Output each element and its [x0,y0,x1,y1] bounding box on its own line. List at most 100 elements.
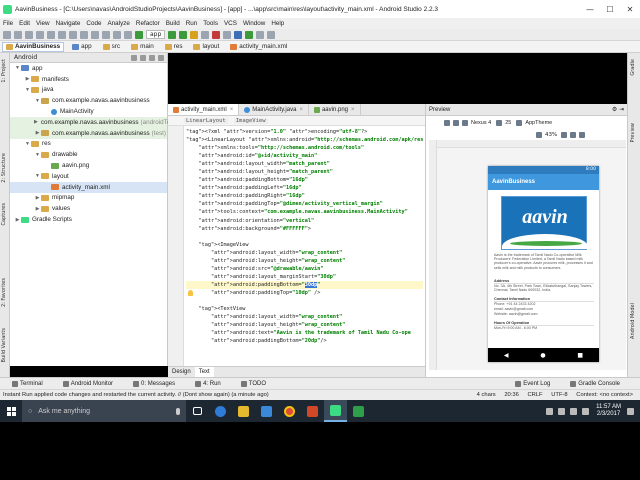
line-separator[interactable]: CRLF [527,392,542,398]
device-select[interactable]: Nexus 4 [471,120,491,126]
run-icon[interactable] [168,30,177,39]
help-icon[interactable] [267,30,276,39]
tab-aavin-png[interactable]: aavin.png × [309,104,361,115]
menu-window[interactable]: Window [243,20,265,27]
camtasia-button[interactable] [347,400,370,422]
gradle-console-button[interactable]: Gradle Console [570,380,630,387]
warning-icon[interactable] [579,132,586,138]
redo-icon[interactable] [47,30,55,39]
code-line[interactable]: "attr">android:layout_marginStart="30dp" [186,273,423,281]
code-line[interactable] [186,297,423,305]
forward-icon[interactable] [124,30,132,39]
menu-navigate[interactable]: Navigate [56,20,81,27]
run-config-select[interactable]: app [146,30,166,39]
menu-run[interactable]: Run [186,20,198,27]
close-tab-icon[interactable]: × [351,107,355,113]
tab-text[interactable]: Text [194,366,214,378]
breadcrumb-res[interactable]: res [162,42,186,52]
tab-build-variants[interactable]: Build Variants [1,328,9,362]
sync-icon[interactable] [131,54,137,61]
breadcrumb-app[interactable]: app [69,42,95,52]
cortana-search[interactable]: ○ Ask me anything [22,400,186,422]
cursor-position[interactable]: 20:36 [504,392,519,398]
tab-captures[interactable]: Captures [1,203,9,226]
collapse-arrow-icon[interactable]: ▶ [34,206,41,212]
gear-icon[interactable] [149,54,155,61]
lightbulb-icon[interactable] [188,290,193,296]
find-icon[interactable] [91,30,99,39]
collapse-arrow-icon[interactable]: ▶ [34,195,41,201]
tree-item[interactable]: ▶ com.example.navas.aavinbusiness (test) [10,127,167,139]
menu-vcs[interactable]: VCS [224,20,237,27]
tray-overflow-icon[interactable] [546,407,554,415]
task-view-button[interactable] [186,400,209,422]
tree-item[interactable]: ▼ layout [10,171,167,182]
tree-item[interactable]: ▶ manifests [10,74,167,85]
expand-arrow-icon[interactable]: ▼ [14,65,21,71]
menu-help[interactable]: Help [271,20,284,27]
collapse-arrow-icon[interactable]: ▶ [14,217,21,223]
tab-design[interactable]: Design [168,367,195,378]
edge-button[interactable] [209,400,232,422]
store-button[interactable] [255,400,278,422]
android-monitor-button[interactable]: Android Monitor [62,380,123,387]
attach-debugger-icon[interactable] [201,30,210,39]
file-explorer-button[interactable] [232,400,255,422]
hide-icon[interactable] [158,54,164,61]
code-line[interactable]: "attr">android:background="#FFFFFF"> [186,225,423,233]
device-frame[interactable]: 8:00 AavinBusiness aavin Aavin is the tr… [488,166,599,362]
code-line[interactable]: "attr">android:paddingLeft="16dp" [186,184,423,192]
maximize-button[interactable]: ☐ [600,5,620,14]
collapse-arrow-icon[interactable]: ▶ [24,76,31,82]
code-line[interactable]: "tag"><ImageView [186,241,423,249]
sync-icon[interactable] [25,30,33,39]
menu-analyze[interactable]: Analyze [107,20,129,27]
zoom-in-icon[interactable] [561,132,568,138]
tree-item[interactable]: activity_main.xml [10,181,167,193]
open-icon[interactable] [3,30,11,39]
android-monitor-icon[interactable] [245,30,254,39]
api-select[interactable]: 25 [505,120,511,126]
code-line[interactable] [186,233,423,241]
tree-item[interactable]: ▶ mipmap [10,193,167,204]
file-encoding[interactable]: UTF-8 [551,392,567,398]
code-line[interactable]: "attr">android:paddingTop="10dp" /> [186,289,423,297]
tree-item[interactable]: MainActivity [10,106,167,117]
messages-button[interactable]: 0: Messages [133,380,185,387]
code-line[interactable]: "attr">android:layout_width="match_paren… [186,160,423,168]
avd-manager-icon[interactable] [223,30,232,39]
tab-gradle[interactable]: Gradle [630,59,638,76]
menu-build[interactable]: Build [166,20,180,27]
collapse-icon[interactable] [140,54,146,61]
make-project-icon[interactable] [135,30,143,39]
menu-edit[interactable]: Edit [19,20,30,27]
breadcrumb-project[interactable]: AavinBusiness [2,41,65,52]
collapse-arrow-icon[interactable]: ▶ [34,119,38,125]
code-line[interactable]: "attr">android:paddingBottom="20dp"/> [186,337,423,345]
menu-code[interactable]: Code [86,20,101,27]
tree-item[interactable]: ▼ app [10,63,167,74]
status-message[interactable]: Instant Run applied code changes and res… [3,392,477,398]
replace-icon[interactable] [102,30,110,39]
orientation-icon[interactable] [462,120,468,126]
preview-settings-icon[interactable]: ⚙ ⇥ [612,106,624,113]
notifications-icon[interactable] [627,407,634,415]
run-button[interactable]: 4: Run [195,380,231,387]
event-log-button[interactable]: Event Log [515,380,560,387]
code-line[interactable]: "attr">android:id="@+id/activity_main" [186,152,423,160]
aavin-logo[interactable]: aavin [501,196,588,250]
tree-item[interactable]: ▶ com.example.navas.aavinbusiness (android… [10,116,177,128]
tree-item[interactable]: aavin.png [10,160,167,171]
todo-button[interactable]: TODO [240,380,276,387]
collapse-arrow-icon[interactable]: ▶ [34,130,41,136]
close-tab-icon[interactable]: × [299,107,303,113]
breadcrumb-main[interactable]: main [128,42,157,52]
code-line[interactable]: "attr">android:paddingRight="16dp" [186,192,423,200]
context-imageview[interactable]: ImageView [233,117,268,124]
expand-arrow-icon[interactable]: ▼ [34,173,41,179]
battery-icon[interactable] [582,407,590,415]
expand-arrow-icon[interactable]: ▼ [24,141,31,147]
tree-item[interactable]: ▶ Gradle Scripts [10,214,167,225]
expand-arrow-icon[interactable]: ▼ [34,98,41,104]
powerpoint-button[interactable] [301,400,324,422]
